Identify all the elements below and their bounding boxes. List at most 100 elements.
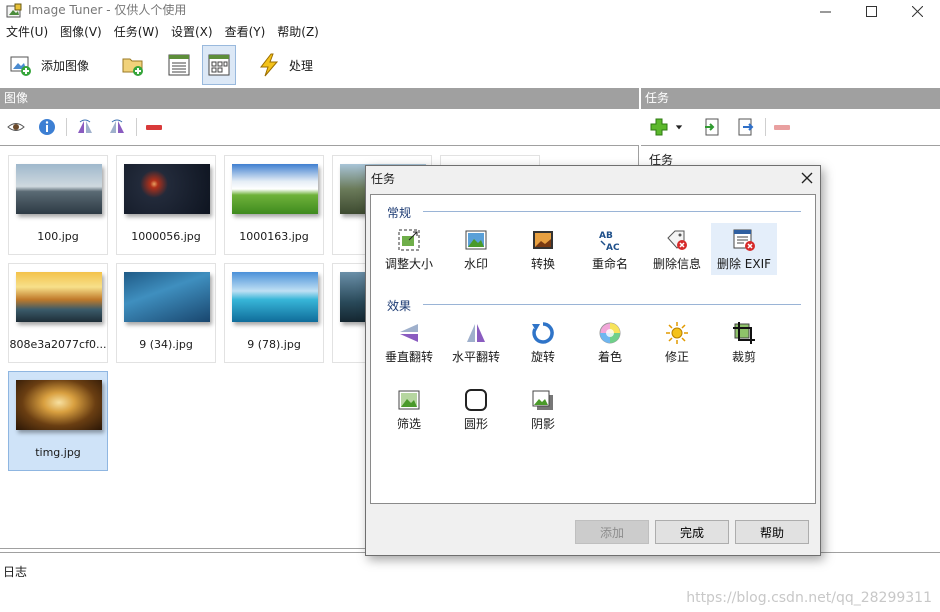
separator bbox=[765, 118, 766, 136]
task-label: 筛选 bbox=[396, 417, 421, 431]
add-image-icon bbox=[10, 56, 31, 76]
thumbnail-view-icon bbox=[208, 54, 230, 76]
tasks-dialog: 任务 常规 调整大小 水印 转换 AB AC 重命名 删除信息 删除 EXIF bbox=[365, 165, 821, 556]
add-image-label: 添加图像 bbox=[41, 58, 90, 73]
task-label: 阴影 bbox=[530, 417, 555, 431]
task-rotate[interactable]: 旋转 bbox=[510, 316, 576, 368]
task-label: 旋转 bbox=[530, 350, 555, 364]
thumbnail-image bbox=[16, 272, 102, 322]
menu-settings[interactable]: 设置(X) bbox=[165, 22, 219, 42]
dropdown-arrow-icon bbox=[675, 125, 683, 130]
process-button[interactable]: 处理 bbox=[252, 45, 318, 85]
crop-icon bbox=[733, 322, 755, 344]
watermark: https://blog.csdn.net/qq_28299311 bbox=[686, 590, 932, 606]
task-adjust[interactable]: 修正 bbox=[644, 316, 710, 368]
add-task-dropdown[interactable] bbox=[673, 116, 685, 138]
rotate-right-button[interactable] bbox=[106, 116, 128, 138]
svg-text:AC: AC bbox=[606, 243, 620, 252]
thumbnail-image bbox=[124, 164, 210, 214]
close-window-button[interactable] bbox=[894, 0, 940, 22]
add-image-button[interactable]: 添加图像 bbox=[4, 45, 94, 85]
thumbnail-item[interactable]: 100.jpg bbox=[8, 155, 108, 255]
task-label: 转换 bbox=[530, 257, 555, 271]
task-resize[interactable]: 调整大小 bbox=[376, 223, 442, 275]
list-view-button[interactable] bbox=[162, 45, 196, 85]
export-tasks-button[interactable] bbox=[734, 116, 756, 138]
tasks-panel-header: 任务 bbox=[641, 88, 940, 109]
group-general-title: 常规 bbox=[387, 206, 412, 220]
thumbnail-item[interactable]: 808e3a2077cf0... bbox=[8, 263, 108, 363]
separator bbox=[66, 118, 67, 136]
thumbnail-caption: 9 (78).jpg bbox=[247, 338, 301, 351]
add-folder-button[interactable] bbox=[116, 45, 150, 85]
task-remove-info[interactable]: 删除信息 bbox=[644, 223, 710, 275]
thumbnail-caption: 808e3a2077cf0... bbox=[9, 338, 107, 351]
rotate-icon bbox=[532, 322, 554, 344]
remove-tag-icon bbox=[667, 230, 687, 250]
task-label: 垂直翻转 bbox=[384, 350, 433, 364]
thumbnail-item[interactable]: 1000056.jpg bbox=[116, 155, 216, 255]
dialog-add-button[interactable]: 添加 bbox=[575, 520, 649, 544]
thumbnail-image bbox=[232, 164, 318, 214]
remove-task-button[interactable] bbox=[771, 116, 793, 138]
thumbnail-image bbox=[16, 380, 102, 430]
dialog-title: 任务 bbox=[371, 172, 396, 186]
app-icon bbox=[6, 3, 22, 19]
menu-tasks[interactable]: 任务(W) bbox=[108, 22, 165, 42]
menu-help[interactable]: 帮助(Z) bbox=[271, 22, 325, 42]
preview-button[interactable] bbox=[5, 116, 27, 138]
thumbnail-image bbox=[124, 272, 210, 322]
dialog-body: 常规 调整大小 水印 转换 AB AC 重命名 删除信息 删除 EXIF 效果 bbox=[370, 194, 816, 504]
menu-bar: 文件(U) 图像(V) 任务(W) 设置(X) 查看(Y) 帮助(Z) bbox=[0, 22, 940, 42]
menu-view[interactable]: 查看(Y) bbox=[219, 22, 272, 42]
menu-image[interactable]: 图像(V) bbox=[54, 22, 108, 42]
thumbnail-item[interactable]: 9 (34).jpg bbox=[116, 263, 216, 363]
export-icon bbox=[738, 118, 754, 136]
thumbnail-item[interactable]: 1000163.jpg bbox=[224, 155, 324, 255]
task-remove-exif[interactable]: 删除 EXIF bbox=[711, 223, 777, 275]
minimize-icon bbox=[819, 11, 831, 12]
flip-horizontal-icon bbox=[467, 324, 485, 342]
task-shadow[interactable]: 阴影 bbox=[510, 383, 576, 435]
task-round-corners[interactable]: 圆形 bbox=[443, 383, 509, 435]
remove-exif-icon bbox=[733, 229, 755, 251]
tasks-toolbar bbox=[641, 110, 940, 144]
thumbnail-item[interactable]: timg.jpg bbox=[8, 371, 108, 471]
dialog-close-button[interactable] bbox=[798, 169, 816, 187]
maximize-button[interactable] bbox=[848, 0, 894, 22]
dialog-done-button[interactable]: 完成 bbox=[655, 520, 729, 544]
list-view-icon bbox=[168, 54, 190, 76]
menu-file[interactable]: 文件(U) bbox=[0, 22, 54, 42]
import-tasks-button[interactable] bbox=[701, 116, 723, 138]
add-folder-icon bbox=[122, 58, 143, 76]
task-label: 删除信息 bbox=[652, 257, 701, 271]
task-label: 水平翻转 bbox=[451, 350, 500, 364]
task-flip-vertical[interactable]: 垂直翻转 bbox=[376, 316, 442, 368]
sun-icon bbox=[666, 322, 688, 344]
task-colorize[interactable]: 着色 bbox=[577, 316, 643, 368]
minimize-button[interactable] bbox=[802, 0, 848, 22]
info-button[interactable] bbox=[36, 116, 58, 138]
minus-icon bbox=[774, 125, 790, 130]
thumbnail-item[interactable]: 9 (78).jpg bbox=[224, 263, 324, 363]
remove-image-button[interactable] bbox=[143, 116, 165, 138]
process-label: 处理 bbox=[289, 58, 314, 73]
rotate-left-button[interactable] bbox=[74, 116, 96, 138]
task-flip-horizontal[interactable]: 水平翻转 bbox=[443, 316, 509, 368]
task-watermark[interactable]: 水印 bbox=[443, 223, 509, 275]
plus-icon bbox=[650, 118, 668, 136]
dialog-help-button[interactable]: 帮助 bbox=[735, 520, 809, 544]
rounded-rect-icon bbox=[465, 389, 487, 411]
thumbnail-view-button[interactable] bbox=[202, 45, 236, 85]
task-filter[interactable]: 筛选 bbox=[376, 383, 442, 435]
main-toolbar: 添加图像 处理 bbox=[0, 42, 940, 88]
color-wheel-icon bbox=[599, 322, 621, 344]
task-label: 调整大小 bbox=[384, 257, 433, 271]
thumbnail-caption: 1000163.jpg bbox=[239, 230, 309, 243]
log-area: 日志 https://blog.csdn.net/qq_28299311 bbox=[0, 552, 940, 612]
task-rename[interactable]: AB AC 重命名 bbox=[577, 223, 643, 275]
task-crop[interactable]: 裁剪 bbox=[711, 316, 777, 368]
watermark-icon bbox=[465, 230, 487, 250]
task-convert[interactable]: 转换 bbox=[510, 223, 576, 275]
add-task-button[interactable] bbox=[648, 116, 670, 138]
